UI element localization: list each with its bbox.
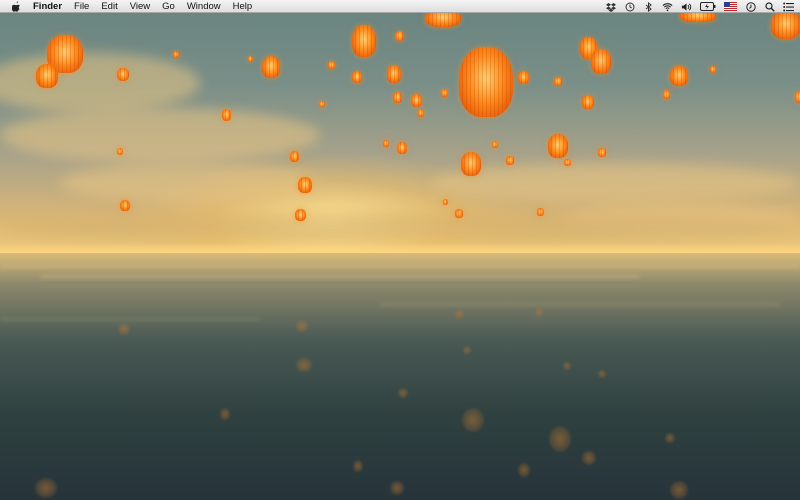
wifi-icon[interactable] [662, 1, 673, 12]
lantern [418, 109, 424, 117]
menu-view[interactable]: View [130, 0, 150, 13]
lantern-reflection [549, 426, 571, 452]
lantern [518, 71, 529, 84]
lantern [771, 13, 800, 39]
water-streak [0, 265, 800, 268]
lantern [328, 61, 335, 69]
lantern [710, 66, 716, 73]
lantern [506, 156, 514, 165]
volume-icon[interactable] [681, 1, 692, 12]
lantern [290, 151, 299, 162]
lantern-reflection [455, 310, 464, 319]
menu-bar: Finder File Edit View Go Window Help [0, 0, 800, 13]
lantern [537, 208, 544, 216]
lantern-reflection [296, 358, 312, 372]
lantern [680, 13, 716, 22]
cloud [60, 163, 320, 203]
lantern [222, 109, 231, 121]
us-flag-input-icon[interactable] [724, 1, 737, 12]
lantern-reflection [598, 370, 606, 378]
water-streak [380, 303, 780, 306]
cloud [0, 108, 320, 163]
lantern [295, 209, 306, 221]
battery-icon[interactable] [700, 1, 716, 12]
lantern-reflection [462, 408, 484, 432]
lantern [387, 65, 401, 83]
lantern-reflection [353, 460, 363, 472]
lantern [564, 159, 571, 166]
desktop-wallpaper[interactable] [0, 13, 800, 500]
lantern-reflection [463, 346, 471, 354]
water [0, 253, 800, 500]
lantern [591, 49, 611, 74]
lantern [395, 31, 404, 41]
lantern [795, 91, 800, 103]
lantern [492, 141, 498, 148]
lantern-reflection [535, 308, 543, 316]
time-machine-icon[interactable] [624, 1, 635, 12]
notification-center-icon[interactable] [783, 1, 794, 12]
lantern [663, 90, 670, 99]
lantern [554, 77, 562, 86]
menu-edit[interactable]: Edit [101, 0, 117, 13]
dropbox-icon[interactable] [605, 1, 616, 12]
lantern-reflection [296, 320, 308, 332]
lantern [36, 64, 58, 88]
lantern [441, 89, 448, 97]
lantern [383, 140, 389, 147]
lantern [548, 134, 568, 158]
status-area [597, 0, 794, 13]
lantern-reflection [670, 481, 688, 499]
lantern-reflection [563, 362, 571, 370]
cloud [430, 163, 800, 203]
clock-icon[interactable] [745, 1, 756, 12]
apple-logo-icon[interactable] [10, 0, 23, 13]
water-streak [0, 318, 260, 321]
lantern [461, 152, 481, 176]
spotlight-search-icon[interactable] [764, 1, 775, 12]
lantern-reflection [665, 433, 675, 443]
lantern [117, 148, 123, 155]
cloud [0, 213, 800, 243]
lantern-reflection [518, 463, 530, 477]
lantern [319, 101, 325, 107]
lantern [393, 92, 402, 103]
lantern [117, 68, 129, 81]
lantern [262, 56, 280, 78]
menu-app-finder[interactable]: Finder [33, 0, 62, 13]
lantern [598, 148, 606, 157]
bluetooth-icon[interactable] [643, 1, 654, 12]
water-streak [40, 275, 640, 278]
lantern-reflection [118, 323, 130, 335]
lantern-reflection [35, 478, 57, 498]
lantern [582, 95, 594, 109]
lantern [443, 199, 448, 205]
lantern [425, 13, 461, 27]
menu-file[interactable]: File [74, 0, 89, 13]
lantern-reflection [390, 481, 404, 495]
lantern-reflection [220, 408, 230, 420]
lantern [173, 51, 179, 58]
lantern [411, 94, 422, 107]
lantern [248, 56, 253, 62]
lantern-reflection [582, 451, 596, 465]
menu-help[interactable]: Help [233, 0, 253, 13]
lantern [670, 66, 688, 86]
lantern-reflection [398, 388, 408, 398]
lantern [120, 200, 130, 211]
menu-window[interactable]: Window [187, 0, 221, 13]
menu-go[interactable]: Go [162, 0, 175, 13]
lantern [352, 71, 362, 83]
lantern [352, 25, 376, 57]
lantern [455, 209, 463, 218]
lantern [298, 177, 312, 193]
lantern [397, 142, 407, 154]
lantern [459, 47, 513, 117]
